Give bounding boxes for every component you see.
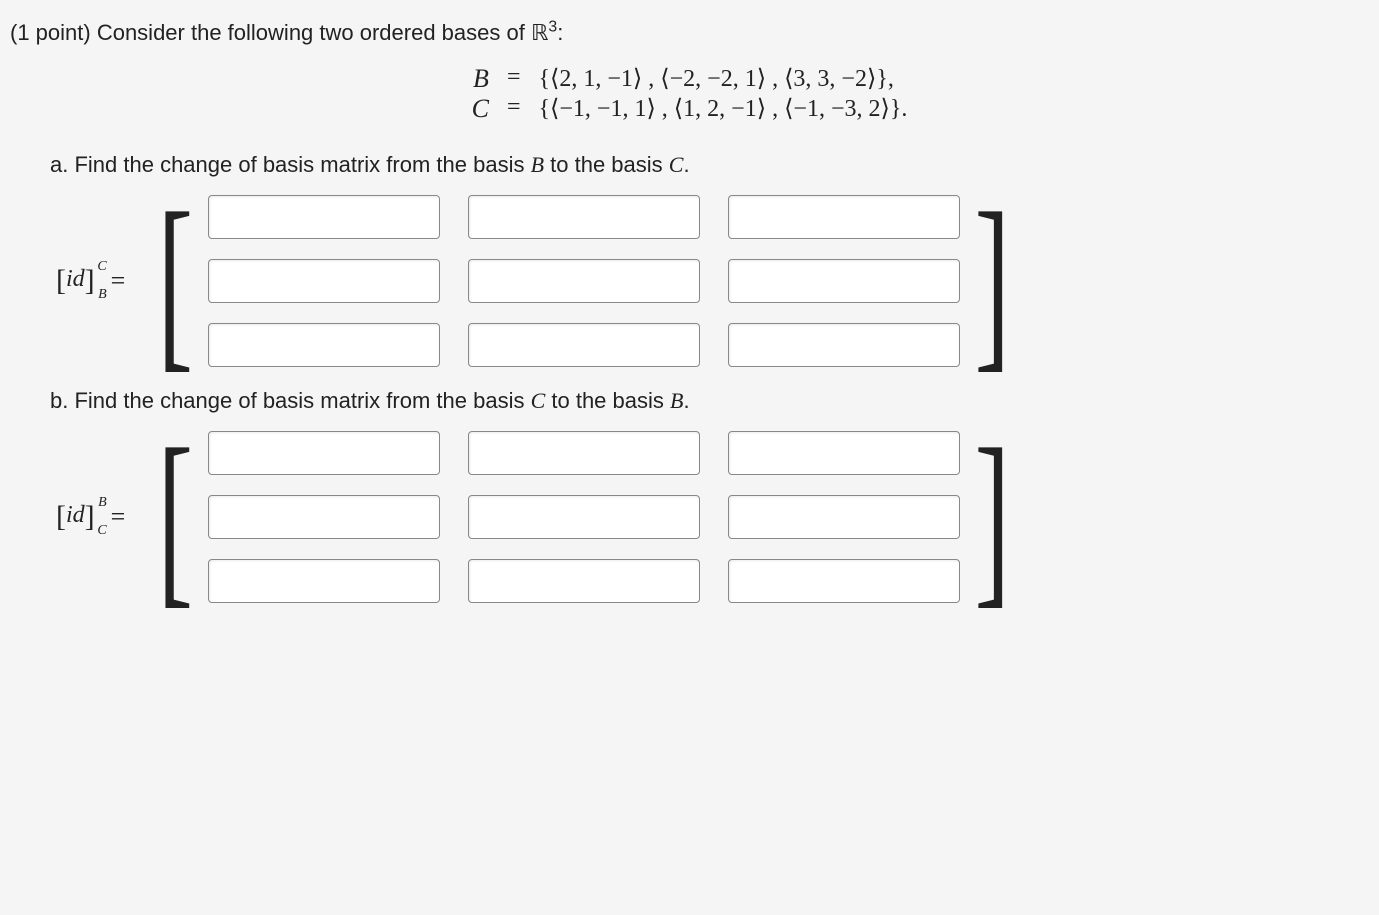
matrix-b-input-0-2[interactable] [728, 431, 960, 475]
part-a-mid: to the basis [544, 152, 669, 177]
part-a-to: C [669, 152, 684, 177]
matrix-a-sup: C [97, 259, 106, 275]
matrix-b-id: id [66, 502, 85, 528]
part-a: a. Find the change of basis matrix from … [50, 152, 1369, 178]
part-b: b. Find the change of basis matrix from … [50, 388, 1369, 414]
matrix-a-input-2-2[interactable] [728, 323, 960, 367]
matrix-a-input-1-2[interactable] [728, 259, 960, 303]
matrix-b-line: [id] B C = [ ] [50, 428, 1369, 606]
part-a-from: B [531, 152, 544, 177]
matrix-a-input-0-1[interactable] [468, 195, 700, 239]
bases-definition: B = {⟨2, 1, −1⟩ , ⟨−2, −2, 1⟩ , ⟨3, 3, −… [10, 64, 1369, 124]
part-b-from: C [531, 388, 546, 413]
basis-C-eq: = [507, 94, 521, 124]
matrix-b-input-1-1[interactable] [468, 495, 700, 539]
part-a-before: Find the change of basis matrix from the… [74, 152, 530, 177]
matrix-b-sup: B [98, 495, 107, 511]
matrix-a-line: [id] C B = [ ] [50, 192, 1369, 370]
matrix-b-input-2-2[interactable] [728, 559, 960, 603]
part-b-before: Find the change of basis matrix from the… [74, 388, 530, 413]
part-b-text: b. Find the change of basis matrix from … [50, 388, 1369, 414]
part-a-prefix: a. [50, 152, 74, 177]
intro-text: Consider the following two ordered bases… [97, 20, 531, 45]
matrix-a-input-0-2[interactable] [728, 195, 960, 239]
matrix-b-label: [id] B C = [50, 500, 129, 534]
basis-C-symbol: C [472, 94, 489, 124]
basis-B-symbol: B [472, 64, 489, 94]
matrix-b-input-0-1[interactable] [468, 431, 700, 475]
matrix-b-input-2-0[interactable] [208, 559, 440, 603]
matrix-b-input-1-0[interactable] [208, 495, 440, 539]
part-b-prefix: b. [50, 388, 74, 413]
part-b-to: B [670, 388, 683, 413]
space-symbol: ℝ [531, 20, 548, 45]
bracket-left-icon: [ [158, 194, 194, 368]
matrix-a-input-2-1[interactable] [468, 323, 700, 367]
matrix-b-input-0-0[interactable] [208, 431, 440, 475]
bracket-right-icon: ] [974, 430, 1010, 604]
matrix-a-id: id [66, 266, 85, 292]
part-a-after: . [683, 152, 689, 177]
basis-C-value: {⟨−1, −1, 1⟩ , ⟨1, 2, −1⟩ , ⟨−1, −3, 2⟩}… [538, 94, 907, 124]
part-b-mid: to the basis [545, 388, 670, 413]
matrix-a-grid [208, 192, 960, 370]
space-exponent: 3 [548, 19, 557, 36]
basis-B-value: {⟨2, 1, −1⟩ , ⟨−2, −2, 1⟩ , ⟨3, 3, −2⟩}, [538, 64, 907, 94]
matrix-a-label: [id] C B = [50, 264, 129, 298]
matrix-a-input-0-0[interactable] [208, 195, 440, 239]
matrix-b-input-2-1[interactable] [468, 559, 700, 603]
matrix-b-input-1-2[interactable] [728, 495, 960, 539]
bracket-left-icon: [ [158, 430, 194, 604]
matrix-a-input-1-0[interactable] [208, 259, 440, 303]
matrix-a-eq: = [111, 266, 126, 296]
part-b-after: . [683, 388, 689, 413]
bracket-right-icon: ] [974, 194, 1010, 368]
matrix-b-eq: = [111, 502, 126, 532]
intro-colon: : [557, 20, 563, 45]
basis-B-eq: = [507, 64, 521, 94]
matrix-a-input-1-1[interactable] [468, 259, 700, 303]
matrix-a-input-2-0[interactable] [208, 323, 440, 367]
matrix-b-grid [208, 428, 960, 606]
points-label: (1 point) [10, 20, 97, 45]
matrix-b-sub: C [97, 523, 106, 539]
matrix-a-sub: B [98, 287, 107, 303]
problem-intro: (1 point) Consider the following two ord… [10, 20, 1369, 46]
part-a-text: a. Find the change of basis matrix from … [50, 152, 1369, 178]
